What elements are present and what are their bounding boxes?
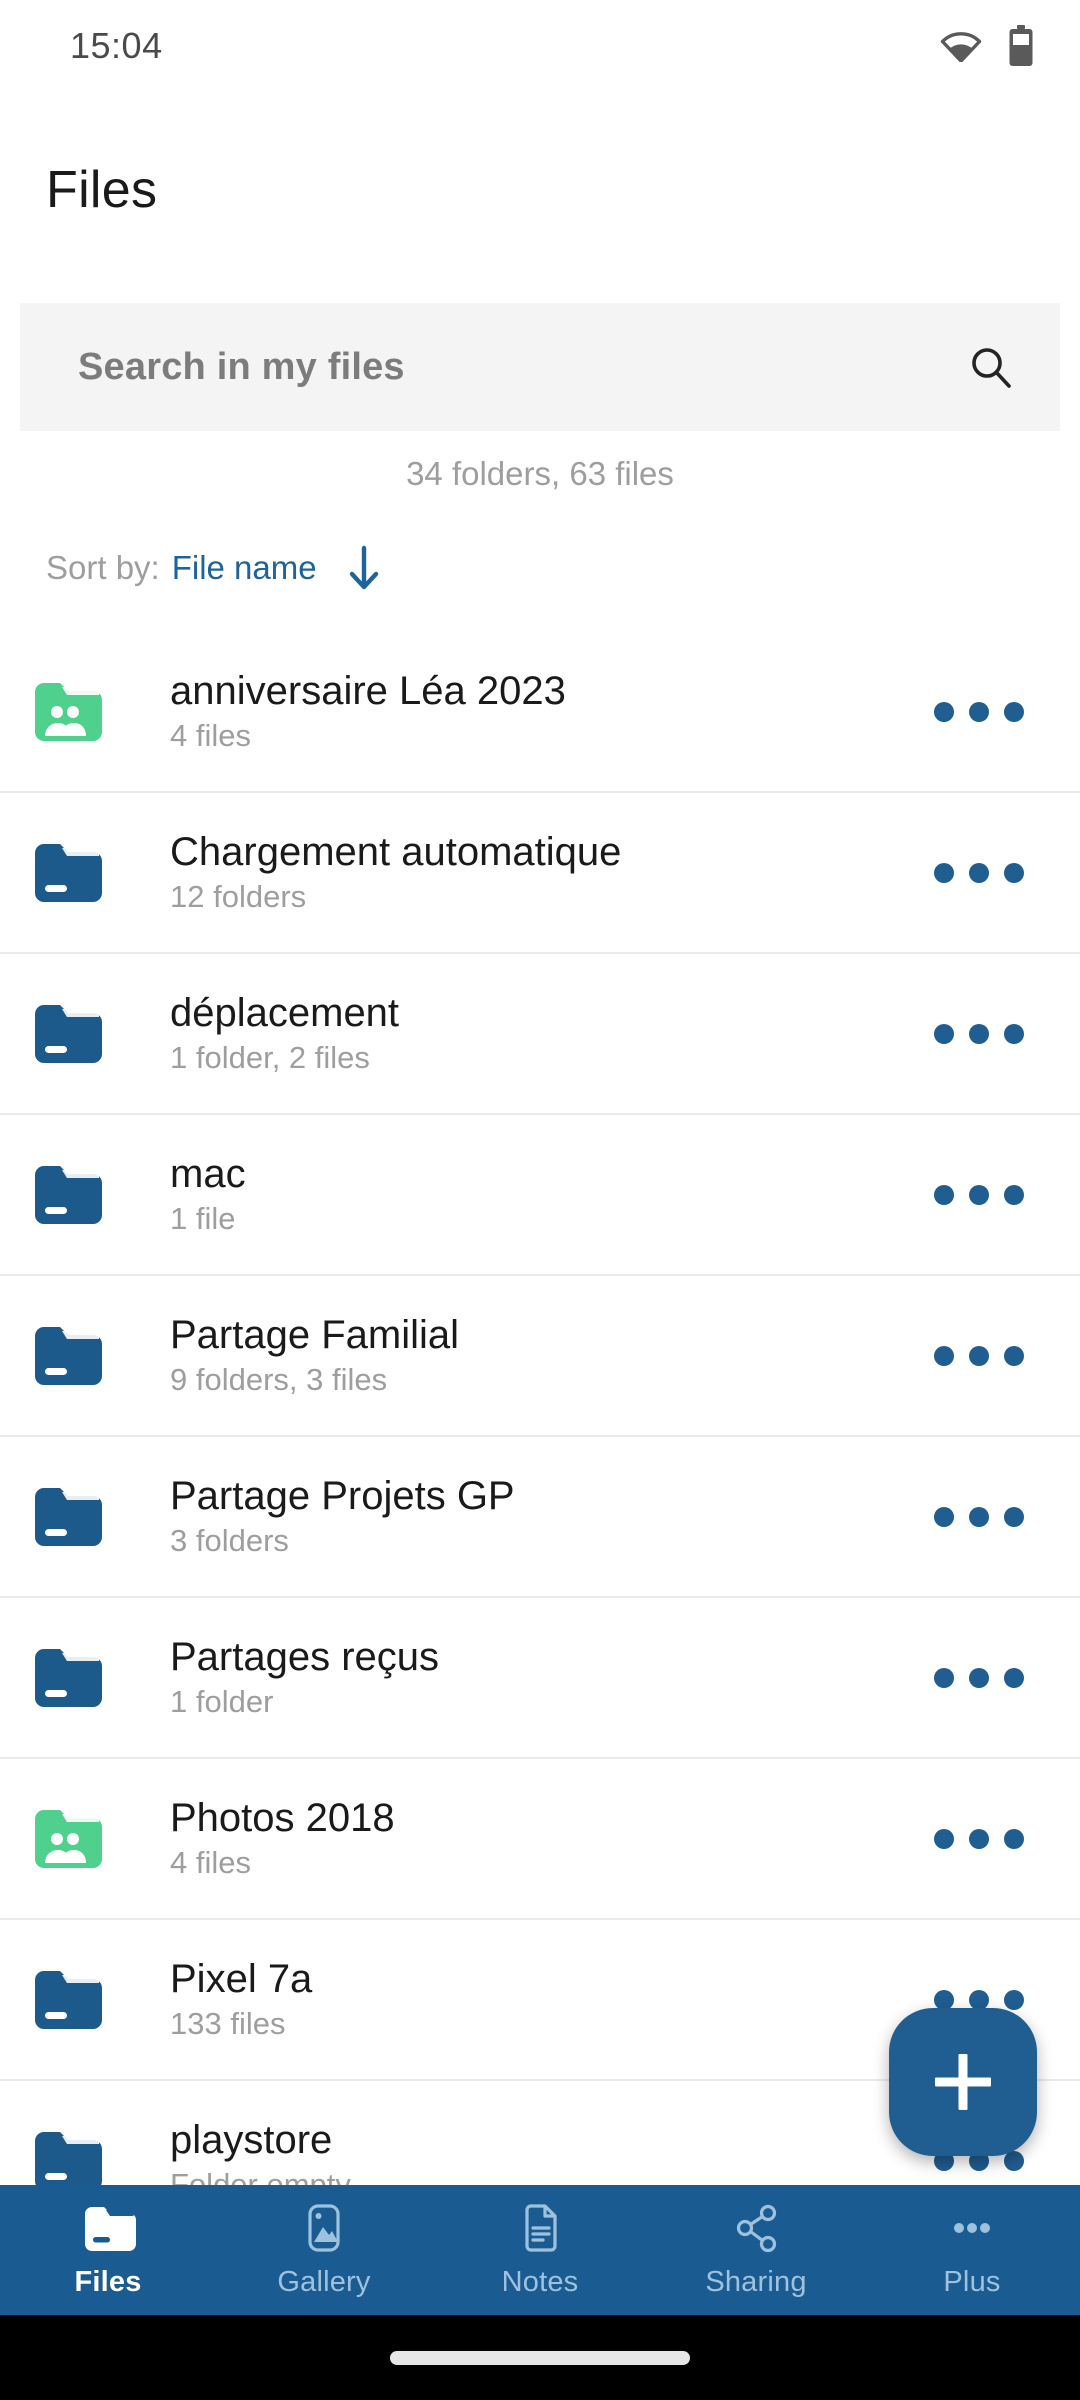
row-text-group: anniversaire Léa 2023 4 files — [170, 670, 934, 753]
file-name: Chargement automatique — [170, 830, 622, 875]
files-icon — [85, 2206, 136, 2251]
arrow-down-icon[interactable] — [347, 545, 381, 591]
file-list[interactable]: anniversaire Léa 2023 4 files Chargement… — [0, 632, 1080, 2212]
row-text-group: Partage Projets GP 3 folders — [170, 1475, 934, 1558]
search-placeholder: Search in my files — [78, 345, 405, 388]
nav-item-gallery[interactable]: Gallery — [216, 2185, 432, 2315]
file-detail: 133 files — [170, 2006, 286, 2042]
file-detail: 1 folder, 2 files — [170, 1040, 370, 1076]
overflow-menu-icon[interactable] — [934, 862, 1034, 883]
nav-label: Notes — [501, 2265, 579, 2298]
sort-by-label: Sort by: — [46, 549, 160, 586]
shared-folder-icon — [35, 1809, 102, 1868]
search-icon[interactable] — [968, 344, 1014, 390]
file-name: Partage Projets GP — [170, 1474, 515, 1519]
bottom-navigation[interactable]: Files Gallery Notes Sharing Plus — [0, 2185, 1080, 2315]
file-detail: 3 folders — [170, 1523, 289, 1559]
folder-icon — [35, 1326, 102, 1385]
add-button[interactable] — [889, 2008, 1037, 2156]
file-detail: 12 folders — [170, 879, 307, 915]
file-detail: 1 file — [170, 1201, 236, 1237]
system-gesture-area — [0, 2315, 1080, 2400]
overflow-menu-icon[interactable] — [934, 1023, 1034, 1044]
file-detail: 4 files — [170, 718, 251, 754]
table-row[interactable]: Chargement automatique 12 folders — [0, 793, 1080, 954]
table-row[interactable]: Partage Projets GP 3 folders — [0, 1437, 1080, 1598]
shared-folder-icon — [35, 682, 102, 741]
file-detail: 1 folder — [170, 1684, 274, 1720]
wifi-icon — [940, 32, 982, 62]
nav-item-plus[interactable]: Plus — [864, 2185, 1080, 2315]
more-icon — [954, 2222, 990, 2233]
overflow-menu-icon[interactable] — [934, 1828, 1034, 1849]
file-name: Photos 2018 — [170, 1796, 395, 1841]
table-row[interactable]: anniversaire Léa 2023 4 files — [0, 632, 1080, 793]
nav-label: Plus — [943, 2265, 1001, 2298]
file-name: mac — [170, 1152, 246, 1197]
battery-icon — [1009, 25, 1033, 66]
overflow-menu-icon[interactable] — [934, 1989, 1034, 2010]
folder-icon — [35, 1004, 102, 1063]
item-count-summary: 34 folders, 63 files — [406, 455, 674, 492]
status-time: 15:04 — [70, 25, 163, 66]
search-input[interactable]: Search in my files — [20, 303, 1060, 431]
file-name: playstore — [170, 2118, 333, 2163]
gallery-icon — [308, 2203, 340, 2252]
folder-icon — [35, 1487, 102, 1546]
overflow-menu-icon[interactable] — [934, 1506, 1034, 1527]
table-row[interactable]: Partage Familial 9 folders, 3 files — [0, 1276, 1080, 1437]
notes-icon — [525, 2203, 557, 2252]
sort-by-value[interactable]: File name — [172, 549, 317, 587]
row-text-group: Pixel 7a 133 files — [170, 1958, 934, 2041]
row-text-group: Photos 2018 4 files — [170, 1797, 934, 1880]
nav-item-files[interactable]: Files — [0, 2185, 216, 2315]
file-name: anniversaire Léa 2023 — [170, 669, 566, 714]
row-text-group: mac 1 file — [170, 1153, 934, 1236]
table-row[interactable]: Partages reçus 1 folder — [0, 1598, 1080, 1759]
sharing-icon — [736, 2204, 777, 2252]
folder-icon — [35, 1970, 102, 2029]
plus-icon — [935, 2054, 991, 2110]
nav-item-notes[interactable]: Notes — [432, 2185, 648, 2315]
overflow-menu-icon[interactable] — [934, 1345, 1034, 1366]
nav-item-sharing[interactable]: Sharing — [648, 2185, 864, 2315]
page-title: Files — [46, 161, 158, 219]
file-name: Pixel 7a — [170, 1957, 313, 2002]
nav-label: Files — [74, 2265, 142, 2298]
overflow-menu-icon[interactable] — [934, 701, 1034, 722]
row-text-group: Partages reçus 1 folder — [170, 1636, 934, 1719]
status-bar: 15:04 — [0, 0, 1080, 92]
file-detail: 9 folders, 3 files — [170, 1362, 388, 1398]
table-row[interactable]: déplacement 1 folder, 2 files — [0, 954, 1080, 1115]
row-text-group: déplacement 1 folder, 2 files — [170, 992, 934, 1075]
sort-control[interactable]: Sort by: File name — [46, 545, 381, 591]
status-icon-group — [940, 25, 1034, 67]
row-text-group: Chargement automatique 12 folders — [170, 831, 934, 914]
file-name: déplacement — [170, 991, 400, 1036]
folder-icon — [35, 843, 102, 902]
file-detail: 4 files — [170, 1845, 251, 1881]
overflow-menu-icon[interactable] — [934, 1184, 1034, 1205]
file-name: Partages reçus — [170, 1635, 440, 1680]
file-name: Partage Familial — [170, 1313, 460, 1358]
nav-label: Gallery — [277, 2265, 371, 2298]
row-text-group: Partage Familial 9 folders, 3 files — [170, 1314, 934, 1397]
table-row[interactable]: mac 1 file — [0, 1115, 1080, 1276]
home-indicator[interactable] — [390, 2350, 690, 2365]
table-row[interactable]: Photos 2018 4 files — [0, 1759, 1080, 1920]
folder-icon — [35, 1648, 102, 1707]
nav-label: Sharing — [705, 2265, 807, 2298]
folder-icon — [35, 1165, 102, 1224]
overflow-menu-icon[interactable] — [934, 1667, 1034, 1688]
